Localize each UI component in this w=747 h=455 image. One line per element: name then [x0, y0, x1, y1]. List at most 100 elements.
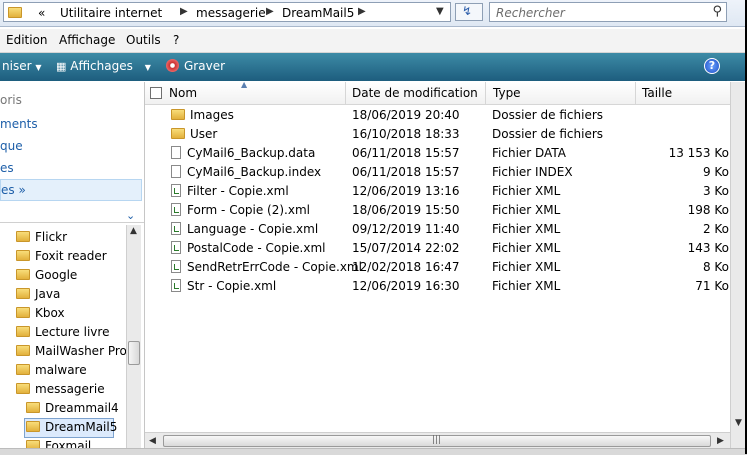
folder-icon — [16, 383, 30, 394]
column-divider[interactable] — [635, 82, 636, 104]
file-type: Fichier XML — [492, 184, 561, 198]
file-row[interactable]: Filter - Copie.xml 12/06/2019 13:16 Fichie… — [145, 182, 730, 201]
tree-item-foxit-reader[interactable]: Foxit reader — [16, 249, 107, 263]
tree-item-kbox[interactable]: Kbox — [16, 306, 65, 320]
tree-item-flickr[interactable]: Flickr — [16, 230, 67, 244]
tree-item-label: Kbox — [35, 306, 65, 320]
file-row[interactable]: Str - Copie.xml 12/06/2019 16:30 Fichier X… — [145, 277, 730, 296]
chevron-down-icon: ▼ — [35, 63, 42, 72]
horizontal-scrollbar-thumb[interactable]: ||| — [163, 435, 711, 447]
file-name: User — [190, 127, 218, 141]
address-bar-area: « Utilitaire internet ▶ messagerie ▶ Dre… — [0, 0, 747, 27]
refresh-button[interactable]: ↯ — [455, 3, 483, 21]
file-row[interactable]: Images 18/06/2019 20:40 Dossier de fichier… — [145, 106, 730, 125]
scroll-down-icon[interactable]: ▼ — [735, 418, 742, 428]
search-icon[interactable]: ⚲ — [712, 4, 722, 19]
tree-item-malware[interactable]: malware — [16, 363, 87, 377]
file-name-cell[interactable]: CyMail6_Backup.data — [171, 146, 315, 160]
file-icon — [171, 165, 181, 178]
xml-file-icon — [171, 241, 181, 254]
file-size: 2 Ko — [702, 222, 729, 236]
views-icon: ▦ — [56, 60, 67, 73]
tree-item-lecture-livre[interactable]: Lecture livre — [16, 325, 109, 339]
breadcrumb-separator-icon[interactable]: ▶ — [266, 6, 274, 17]
column-divider[interactable] — [345, 82, 346, 104]
file-type: Dossier de fichiers — [492, 108, 604, 122]
file-name-cell[interactable]: Filter - Copie.xml — [171, 184, 289, 198]
menu-help[interactable]: ? — [173, 33, 179, 47]
file-name-cell[interactable]: Language - Copie.xml — [171, 222, 318, 236]
chevron-down-icon: ▼ — [144, 63, 151, 72]
address-dropdown-icon[interactable]: ▼ — [436, 6, 444, 17]
scroll-up-icon[interactable]: ▲ — [130, 226, 137, 236]
breadcrumb-overflow[interactable]: « — [38, 6, 45, 20]
address-box[interactable]: « Utilitaire internet ▶ messagerie ▶ Dre… — [3, 2, 451, 22]
tree-item-google[interactable]: Google — [16, 268, 77, 282]
file-name: Form - Copie (2).xml — [187, 203, 310, 217]
xml-file-icon — [171, 260, 181, 273]
column-header-date[interactable]: Date de modification — [352, 86, 478, 100]
organize-button[interactable]: niser ▼ — [2, 59, 42, 73]
file-row[interactable]: CyMail6_Backup.data 06/11/2018 15:57 Fichi… — [145, 144, 730, 163]
favorite-link-pictures[interactable]: es — [0, 161, 14, 175]
tree-item-dreammail4[interactable]: Dreammail4 — [26, 401, 119, 415]
file-list-horizontal-scrollbar[interactable]: ◀ ||| ▶ — [145, 432, 730, 449]
breadcrumb-utilitaire-internet[interactable]: Utilitaire internet — [60, 6, 162, 20]
file-row[interactable]: SendRetrErrCode - Copie.xml 12/02/2018 16… — [145, 258, 730, 277]
refresh-icon: ↯ — [462, 4, 473, 18]
tree-item-mailwasher[interactable]: MailWasher Pro 2 — [16, 344, 126, 358]
file-name-cell[interactable]: User — [171, 127, 217, 141]
column-divider[interactable] — [485, 82, 486, 104]
breadcrumb-messagerie[interactable]: messagerie — [196, 6, 266, 20]
file-row[interactable]: Form - Copie (2).xml 18/06/2019 15:50 Fich… — [145, 201, 730, 220]
tree-item-messagerie[interactable]: messagerie — [16, 382, 105, 396]
column-header-name[interactable]: Nom — [169, 86, 197, 100]
file-name: SendRetrErrCode - Copie.xml — [187, 260, 362, 274]
select-all-checkbox[interactable] — [150, 87, 162, 99]
chevron-down-icon[interactable]: ⌄ — [126, 209, 135, 222]
file-name-cell[interactable]: CyMail6_Backup.index — [171, 165, 321, 179]
file-row[interactable]: User 16/10/2018 18:33 Dossier de fichiers — [145, 125, 730, 144]
favorites-more-bar[interactable]: es » — [0, 179, 142, 201]
tree-item-java[interactable]: Java — [16, 287, 60, 301]
file-date: 12/06/2019 16:30 — [352, 279, 460, 293]
file-name-cell[interactable]: SendRetrErrCode - Copie.xml — [171, 260, 362, 274]
help-icon[interactable]: ? — [704, 58, 720, 74]
menu-affichage[interactable]: Affichage — [59, 33, 115, 47]
file-size: 198 Ko — [687, 203, 729, 217]
tree-item-dreammail5[interactable]: DreamMail5 — [26, 420, 117, 434]
column-header-type[interactable]: Type — [493, 86, 521, 100]
column-header-size[interactable]: Taille — [642, 86, 672, 100]
file-size: 9 Ko — [702, 165, 729, 179]
views-button[interactable]: ▦ Affichages ▼ — [56, 59, 151, 73]
file-name-cell[interactable]: Str - Copie.xml — [171, 279, 276, 293]
tree-scrollbar[interactable]: ▲ — [126, 225, 141, 454]
file-date: 06/11/2018 15:57 — [352, 165, 460, 179]
file-list-vertical-scrollbar[interactable]: ▼ — [730, 82, 746, 454]
file-row[interactable]: Language - Copie.xml 09/12/2019 11:40 Fich… — [145, 220, 730, 239]
breadcrumb-separator-icon[interactable]: ▶ — [180, 6, 188, 17]
tree-item-label: Java — [35, 287, 61, 301]
scroll-left-icon[interactable]: ◀ — [149, 436, 156, 446]
menu-outils[interactable]: Outils — [126, 33, 161, 47]
folder-icon — [16, 364, 30, 375]
file-row[interactable]: CyMail6_Backup.index 06/11/2018 15:57 Fich… — [145, 163, 730, 182]
file-date: 12/06/2019 13:16 — [352, 184, 460, 198]
favorite-link-more[interactable]: es » — [1, 183, 26, 197]
views-label: Affichages — [70, 59, 133, 73]
file-name-cell[interactable]: PostalCode - Copie.xml — [171, 241, 325, 255]
search-input[interactable]: Rechercher ⚲ — [489, 2, 727, 22]
disc-icon — [166, 59, 179, 72]
file-name-cell[interactable]: Form - Copie (2).xml — [171, 203, 310, 217]
burn-button[interactable]: Graver — [166, 59, 225, 73]
breadcrumb-dreammail5[interactable]: DreamMail5 — [282, 6, 354, 20]
scroll-right-icon[interactable]: ▶ — [717, 436, 724, 446]
favorite-link-music[interactable]: que — [0, 139, 23, 153]
favorite-link-documents[interactable]: ments — [0, 117, 38, 131]
breadcrumb-separator-icon[interactable]: ▶ — [358, 6, 366, 17]
tree-scrollbar-thumb[interactable] — [128, 341, 140, 365]
file-row[interactable]: PostalCode - Copie.xml 15/07/2014 22:02 Fi… — [145, 239, 730, 258]
menu-edition[interactable]: Edition — [6, 33, 48, 47]
file-name-cell[interactable]: Images — [171, 108, 234, 122]
file-name: CyMail6_Backup.index — [187, 165, 322, 179]
